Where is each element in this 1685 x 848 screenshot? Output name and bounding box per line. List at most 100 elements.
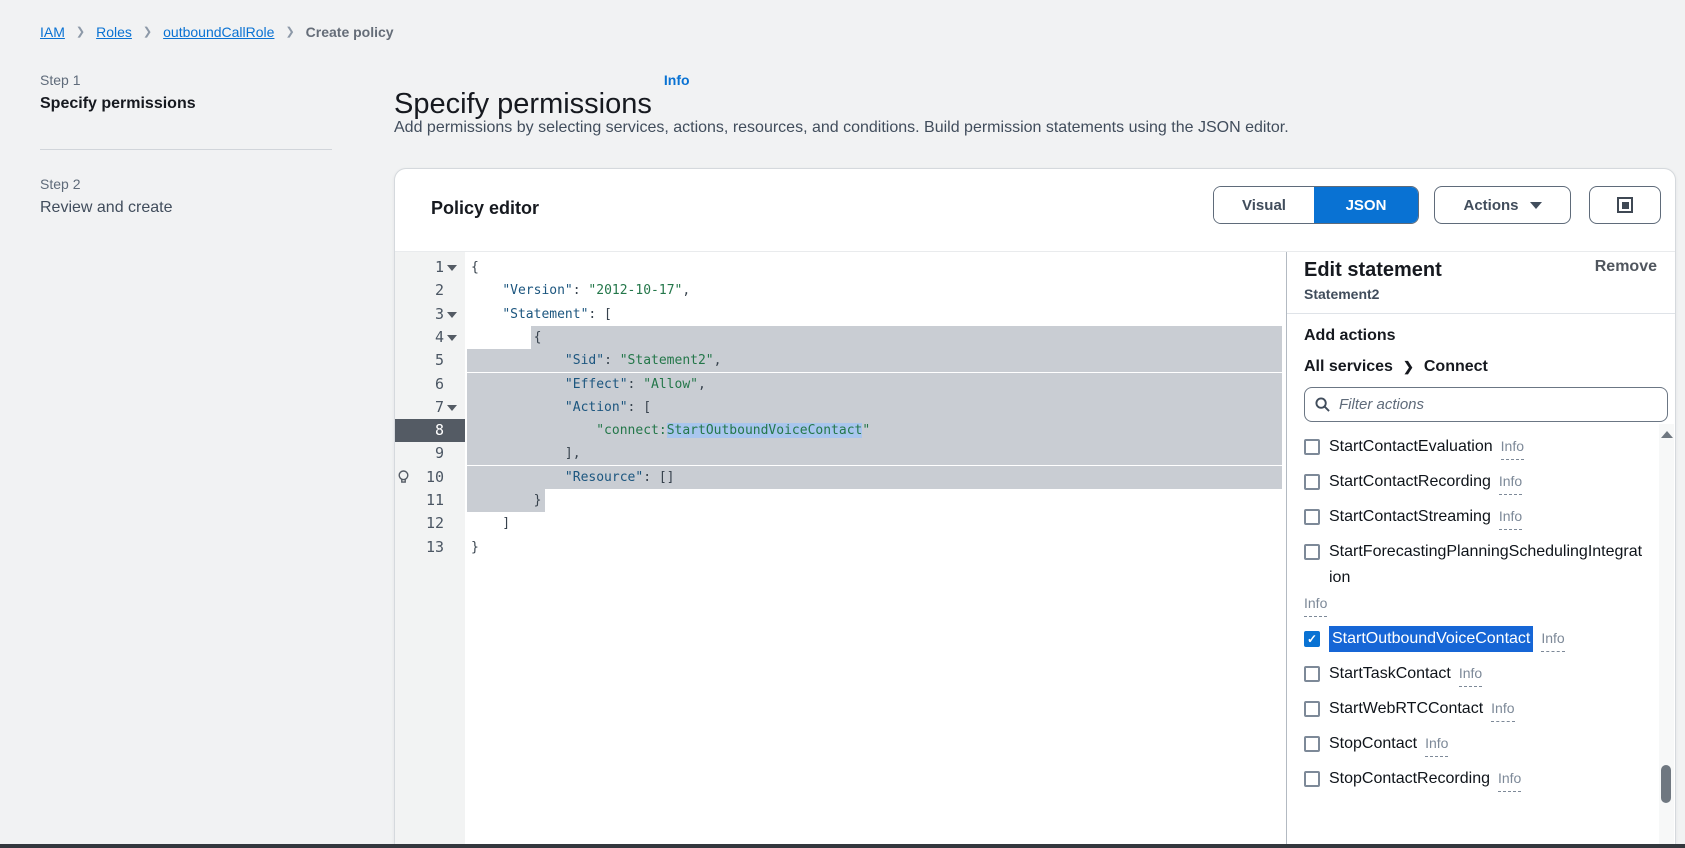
code-line[interactable]: "connect:StartOutboundVoiceContact" (465, 419, 1284, 442)
breadcrumb-link[interactable]: outboundCallRole (163, 24, 274, 40)
editor-mode-toggle: Visual JSON (1213, 186, 1419, 224)
gutter-line: 1 (395, 256, 465, 279)
breadcrumb-link[interactable]: IAM (40, 24, 65, 40)
edit-statement-title: Edit statement (1304, 258, 1442, 282)
breadcrumb-link[interactable]: Roles (96, 24, 132, 40)
action-info-link[interactable]: Info (1425, 731, 1448, 757)
divider (1287, 313, 1675, 314)
fold-arrow-icon[interactable] (447, 265, 457, 271)
action-label[interactable]: StartForecastingPlanningSchedulingIntegr… (1329, 539, 1644, 591)
code-token: "Effect" (565, 377, 628, 392)
filter-actions-input[interactable] (1337, 395, 1657, 414)
code-line[interactable]: { (465, 256, 1284, 279)
action-label[interactable]: StartContactEvaluation (1329, 434, 1493, 460)
code-text: "Action": [ (465, 396, 1284, 419)
action-label[interactable]: StartWebRTCContact (1329, 696, 1483, 722)
editor-gutter: 12345678910111213 (395, 252, 465, 848)
action-checkbox[interactable] (1304, 439, 1320, 455)
action-label[interactable]: StopContactRecording (1329, 766, 1490, 792)
action-info-link[interactable]: Info (1541, 626, 1564, 652)
code-line[interactable]: "Effect": "Allow", (465, 373, 1284, 396)
code-line[interactable]: "Action": [ (465, 396, 1284, 419)
action-info-link[interactable]: Info (1491, 696, 1514, 722)
step-title[interactable]: Review and create (40, 199, 332, 217)
code-token: : [ (628, 400, 651, 415)
code-token (471, 283, 502, 298)
remove-statement-button[interactable]: Remove (1595, 258, 1657, 276)
code-token: ] (471, 516, 510, 531)
json-tab-button[interactable]: JSON (1314, 187, 1418, 223)
action-main: StartContactRecording (1304, 469, 1491, 495)
action-info-link[interactable]: Info (1304, 591, 1327, 617)
code-line[interactable]: { (465, 326, 1284, 349)
code-line[interactable]: ] (465, 512, 1284, 535)
gutter-line: 6 (395, 373, 465, 396)
action-info-link[interactable]: Info (1499, 504, 1522, 530)
code-token: , (698, 377, 706, 392)
action-checkbox[interactable] (1304, 631, 1320, 647)
visual-tab-button[interactable]: Visual (1214, 187, 1314, 223)
code-line[interactable]: "Sid": "Statement2", (465, 349, 1284, 372)
action-row: StartOutboundVoiceContact Info (1304, 626, 1644, 652)
fold-arrow-icon[interactable] (447, 335, 457, 341)
code-text: "connect:StartOutboundVoiceContact" (465, 419, 1284, 442)
line-number: 1 (395, 256, 444, 279)
code-line[interactable]: "Statement": [ (465, 303, 1284, 326)
code-token: { (471, 260, 479, 275)
action-info-link[interactable]: Info (1498, 766, 1521, 792)
fold-arrow-icon[interactable] (447, 312, 457, 318)
expand-panel-button[interactable] (1589, 186, 1661, 224)
action-main: StopContactRecording (1304, 766, 1490, 792)
gutter-line: 11 (395, 489, 465, 512)
scrollbar-thumb[interactable] (1661, 765, 1671, 803)
code-text: "Effect": "Allow", (465, 373, 1284, 396)
line-number: 6 (395, 373, 444, 396)
page-description: Add permissions by selecting services, a… (394, 119, 1289, 137)
window-bottom-edge (0, 844, 1685, 848)
json-editor[interactable]: 12345678910111213 { "Version": "2012-10-… (395, 252, 1284, 848)
action-checkbox[interactable] (1304, 474, 1320, 490)
action-label[interactable]: StopContact (1329, 731, 1417, 757)
action-label[interactable]: StartOutboundVoiceContact (1329, 626, 1533, 652)
code-line[interactable]: "Version": "2012-10-17", (465, 279, 1284, 302)
scroll-up-arrow[interactable] (1661, 431, 1673, 438)
step-title[interactable]: Specify permissions (40, 95, 332, 113)
action-checkbox[interactable] (1304, 509, 1320, 525)
code-text: } (465, 536, 1284, 559)
action-row: StartWebRTCContact Info (1304, 696, 1644, 722)
code-token: , (682, 283, 690, 298)
all-services-link[interactable]: All services (1304, 356, 1393, 377)
code-token: "Statement2" (620, 353, 714, 368)
action-main: StartForecastingPlanningSchedulingIntegr… (1304, 539, 1644, 591)
action-checkbox[interactable] (1304, 771, 1320, 787)
page-info-link[interactable]: Info (664, 72, 690, 88)
code-token (471, 353, 565, 368)
add-actions-heading: Add actions (1304, 326, 1668, 346)
code-token: } (471, 493, 541, 508)
split-panel-icon (1617, 197, 1633, 213)
breadcrumb-separator-icon (76, 25, 85, 39)
editor-code: { "Version": "2012-10-17", "Statement": … (465, 252, 1284, 848)
fold-arrow-icon[interactable] (447, 405, 457, 411)
action-info-link[interactable]: Info (1501, 434, 1524, 460)
line-number: 12 (395, 512, 444, 535)
edit-statement-header: Edit statement Remove (1304, 258, 1657, 282)
action-label[interactable]: StartTaskContact (1329, 661, 1451, 687)
action-checkbox[interactable] (1304, 666, 1320, 682)
action-info-link[interactable]: Info (1459, 661, 1482, 687)
code-line[interactable]: } (465, 536, 1284, 559)
actions-dropdown-button[interactable]: Actions (1434, 186, 1571, 224)
code-token: : (573, 283, 589, 298)
action-label[interactable]: StartContactStreaming (1329, 504, 1491, 530)
actions-dropdown-label: Actions (1463, 197, 1518, 214)
action-checkbox[interactable] (1304, 701, 1320, 717)
action-info-link[interactable]: Info (1499, 469, 1522, 495)
code-line[interactable]: ], (465, 442, 1284, 465)
code-line[interactable]: } (465, 489, 1284, 512)
action-checkbox[interactable] (1304, 544, 1320, 560)
step-label: Step 2 (40, 176, 332, 192)
filter-actions-box (1304, 387, 1668, 422)
action-checkbox[interactable] (1304, 736, 1320, 752)
action-label[interactable]: StartContactRecording (1329, 469, 1491, 495)
code-line[interactable]: "Resource": [] (465, 466, 1284, 489)
